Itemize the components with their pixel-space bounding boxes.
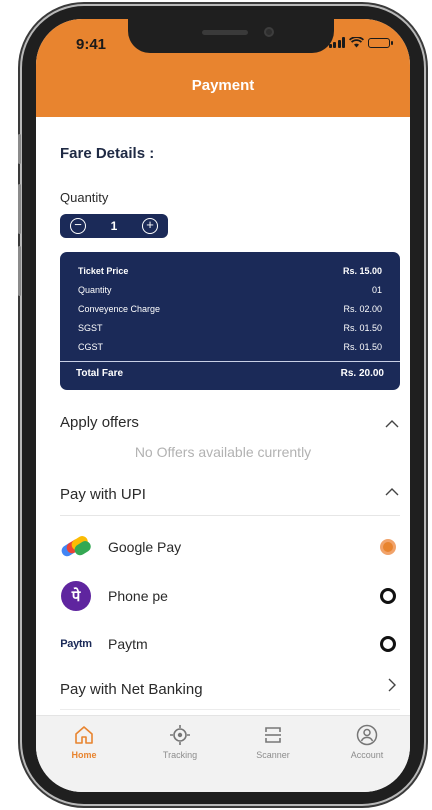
upi-divider: [60, 515, 400, 516]
fare-row-ticket-price: Ticket Price Rs. 15.00: [78, 266, 382, 276]
header-bar: 9:41 Payment: [36, 19, 410, 117]
status-time: 9:41: [76, 36, 107, 53]
fare-row-label: SGST: [78, 323, 103, 333]
upi-option-phone-pe[interactable]: पे Phone pe: [60, 581, 400, 611]
tab-label: Tracking: [162, 750, 198, 760]
mute-switch: [18, 134, 21, 164]
fare-row-label: Quantity: [78, 285, 112, 295]
tracking-icon: [170, 725, 190, 745]
quantity-label: Quantity: [60, 190, 109, 205]
fare-row-label: CGST: [78, 342, 104, 352]
fare-row-value: 01: [371, 285, 382, 295]
tab-tracking[interactable]: Tracking: [145, 724, 215, 760]
phonepe-logo-glyph: पे: [61, 581, 91, 611]
tab-label: Account: [350, 750, 384, 760]
radio-unselected[interactable]: [380, 588, 396, 604]
page-title: Payment: [191, 77, 255, 94]
apply-offers-title[interactable]: Apply offers: [60, 414, 139, 431]
bottom-tab-bar: Home Tracking Scanner Account: [36, 715, 410, 792]
radio-unselected[interactable]: [380, 636, 396, 652]
tab-account[interactable]: Account: [332, 724, 402, 760]
fare-summary-card: Ticket Price Rs. 15.00 Quantity 01 Conve…: [60, 252, 400, 390]
fare-row-value: Rs. 01.50: [343, 323, 382, 333]
fare-row-value: Rs. 02.00: [343, 304, 382, 314]
fare-total-row: Total Fare Rs. 20.00: [76, 368, 384, 379]
tab-home[interactable]: Home: [49, 724, 119, 760]
increase-button[interactable]: +: [142, 218, 158, 234]
fare-row-value: Rs. 01.50: [343, 342, 382, 352]
pay-with-net-banking-title[interactable]: Pay with Net Banking: [60, 681, 203, 698]
fare-row-conveyence-charge: Conveyence Charge Rs. 02.00: [78, 304, 382, 314]
volume-up-button: [18, 184, 21, 234]
tab-label: Home: [71, 750, 97, 760]
fare-row-label: Conveyence Charge: [78, 304, 161, 314]
fare-row-cgst: CGST Rs. 01.50: [78, 342, 382, 352]
paytm-logo-text: Paytm: [60, 638, 92, 650]
upi-option-google-pay[interactable]: Google Pay: [60, 532, 400, 562]
chevron-up-icon[interactable]: [384, 416, 400, 432]
chevron-right-icon[interactable]: [384, 677, 400, 693]
signal-icon: [328, 37, 345, 48]
net-banking-divider: [60, 709, 400, 710]
quantity-value: 1: [110, 219, 118, 233]
fare-details-title: Fare Details :: [60, 145, 155, 162]
fare-row-sgst: SGST Rs. 01.50: [78, 323, 382, 333]
wifi-icon: [349, 37, 364, 48]
radio-selected[interactable]: [380, 539, 396, 555]
home-icon: [75, 726, 93, 744]
status-icons: [328, 37, 393, 48]
tab-label: Scanner: [256, 750, 290, 760]
tab-scanner[interactable]: Scanner: [238, 724, 308, 760]
quantity-stepper: − 1 +: [60, 214, 168, 238]
upi-option-label: Google Pay: [108, 539, 182, 555]
speaker: [202, 30, 248, 35]
chevron-up-icon[interactable]: [384, 484, 400, 500]
app-screen: 9:41 Payment Fare Details : Quantity − 1…: [36, 19, 410, 792]
upi-option-label: Phone pe: [108, 588, 168, 604]
volume-down-button: [18, 246, 21, 296]
upi-option-paytm[interactable]: Paytm Paytm: [60, 629, 400, 659]
total-fare-label: Total Fare: [76, 368, 124, 379]
scanner-icon: [265, 727, 281, 743]
total-fare-value: Rs. 20.00: [340, 368, 384, 379]
notch: [128, 19, 334, 53]
fare-row-value: Rs. 15.00: [342, 266, 382, 276]
pay-with-upi-title[interactable]: Pay with UPI: [60, 486, 146, 503]
fare-row-quantity: Quantity 01: [78, 285, 382, 295]
paytm-icon: Paytm: [60, 630, 92, 658]
no-offers-text: No Offers available currently: [134, 444, 312, 460]
upi-option-label: Paytm: [108, 636, 148, 652]
front-camera: [264, 27, 274, 37]
battery-icon: [368, 37, 393, 48]
account-icon: [356, 724, 378, 746]
phonepe-icon: पे: [60, 581, 92, 611]
fare-divider: [60, 361, 400, 362]
fare-row-label: Ticket Price: [78, 266, 129, 276]
decrease-button[interactable]: −: [70, 218, 86, 234]
google-pay-icon: [60, 533, 92, 561]
